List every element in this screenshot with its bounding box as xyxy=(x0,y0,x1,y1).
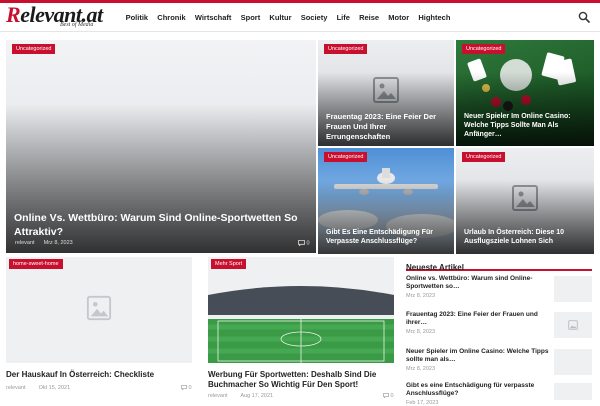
sidebar-article-thumb[interactable] xyxy=(554,349,592,375)
comment-count[interactable]: 0 xyxy=(298,240,310,246)
category-badge[interactable]: Uncategorized xyxy=(462,44,506,54)
hero-tile-flight[interactable]: Uncategorized Gibt Es Eine Entschädigung… xyxy=(318,148,454,254)
sidebar-article-date: Feb 17, 2023 xyxy=(406,400,439,406)
nav-item-wirtschaft[interactable]: Wirtschaft xyxy=(190,13,236,22)
comment-icon xyxy=(181,385,187,391)
category-badge[interactable]: home-sweet-home xyxy=(9,259,63,269)
nav-item-life[interactable]: Life xyxy=(332,13,355,22)
image-placeholder-icon xyxy=(86,295,112,321)
site-header: Relevant.at Best of Media Politik Chroni… xyxy=(0,2,600,32)
author-name[interactable]: relevant xyxy=(15,240,35,246)
sidebar-article[interactable]: Neuer Spieler im Online Casino: Welche T… xyxy=(406,348,592,378)
nav-item-kultur[interactable]: Kultur xyxy=(265,13,296,22)
comment-count[interactable]: 0 xyxy=(181,385,192,391)
tile-title[interactable]: Neuer Spieler Im Online Casino: Welche T… xyxy=(464,112,586,139)
category-badge[interactable]: Uncategorized xyxy=(324,44,368,54)
sidebar-article[interactable]: Online vs. Wettbüro: Warum sind Online-S… xyxy=(406,275,592,305)
sidebar-article[interactable]: Frauentag 2023: Eine Feier der Frauen un… xyxy=(406,311,592,341)
search-icon[interactable] xyxy=(578,11,590,23)
sidebar-article-date: Mrz 8, 2023 xyxy=(406,366,436,372)
main-nav: Politik Chronik Wirtschaft Sport Kultur … xyxy=(121,3,455,31)
sidebar-article-thumb[interactable] xyxy=(554,312,592,338)
post-date: Okt 15, 2021 xyxy=(38,385,71,391)
hero-tile-frauentag[interactable]: Uncategorized Frauentag 2023: Eine Feier… xyxy=(318,40,454,146)
site-logo[interactable]: Relevant.at Best of Media xyxy=(6,2,118,30)
sidebar-article-title[interactable]: Frauentag 2023: Eine Feier der Frauen un… xyxy=(406,311,552,328)
tile-title[interactable]: Gibt Es Eine Entschädigung Für Verpasste… xyxy=(326,228,446,246)
sidebar-article-date: Mrz 8, 2023 xyxy=(406,329,436,335)
tile-title[interactable]: Urlaub In Österreich: Diese 10 Ausflugsz… xyxy=(464,228,586,246)
sidebar-heading-text: Neueste Artikel xyxy=(406,263,464,272)
card-title[interactable]: Werbung Für Sportwetten: Deshalb Sind Di… xyxy=(208,370,394,391)
card-title[interactable]: Der Hauskauf In Österreich: Checkliste xyxy=(6,370,192,380)
author-name[interactable]: relevant xyxy=(6,385,26,391)
card-meta: relevant Okt 15, 2021 xyxy=(6,385,70,391)
author-name[interactable]: relevant xyxy=(208,393,228,399)
post-date: Mrz 8, 2023 xyxy=(43,240,73,246)
nav-item-hightech[interactable]: Hightech xyxy=(414,13,455,22)
category-badge[interactable]: Uncategorized xyxy=(12,44,56,54)
sidebar-heading: Neueste Artikel xyxy=(406,257,592,272)
sidebar-article-title[interactable]: Gibt es eine Entschädigung für verpasste… xyxy=(406,382,552,399)
sidebar-article-thumb[interactable] xyxy=(554,383,592,400)
hero-main-meta: relevant Mrz 8, 2023 xyxy=(15,240,73,246)
nav-item-chronik[interactable]: Chronik xyxy=(153,13,191,22)
card-thumb-hauskauf[interactable]: home-sweet-home xyxy=(6,257,192,363)
tile-title[interactable]: Frauentag 2023: Eine Feier Der Frauen Un… xyxy=(326,112,446,141)
sidebar-article-date: Mrz 8, 2023 xyxy=(406,293,436,299)
category-badge[interactable]: Uncategorized xyxy=(324,152,368,162)
card-meta: relevant Aug 17, 2021 xyxy=(208,393,273,399)
category-badge[interactable]: Uncategorized xyxy=(462,152,506,162)
nav-item-society[interactable]: Society xyxy=(296,13,332,22)
card-thumb-sportwetten[interactable]: Mehr Sport xyxy=(208,257,394,363)
image-placeholder-icon xyxy=(568,320,578,330)
comment-icon xyxy=(298,240,305,247)
hero-tile-casino[interactable]: Uncategorized Neuer Spieler Im Online Ca… xyxy=(456,40,594,146)
sidebar-article[interactable]: Gibt es eine Entschädigung für verpasste… xyxy=(406,382,592,406)
hero-main-tile[interactable]: Uncategorized Online Vs. Wettbüro: Warum… xyxy=(6,40,316,253)
post-date: Aug 17, 2021 xyxy=(240,393,274,399)
comment-count[interactable]: 0 xyxy=(383,393,394,399)
sidebar-article-title[interactable]: Online vs. Wettbüro: Warum sind Online-S… xyxy=(406,275,552,292)
hero-main-title[interactable]: Online Vs. Wettbüro: Warum Sind Online-S… xyxy=(14,212,308,239)
nav-item-motor[interactable]: Motor xyxy=(384,13,414,22)
sidebar-article-thumb[interactable] xyxy=(554,276,592,302)
logo-tagline: Best of Media xyxy=(60,22,94,28)
nav-item-reise[interactable]: Reise xyxy=(355,13,384,22)
nav-item-politik[interactable]: Politik xyxy=(121,13,153,22)
nav-item-sport[interactable]: Sport xyxy=(236,13,265,22)
sidebar-article-title[interactable]: Neuer Spieler im Online Casino: Welche T… xyxy=(406,348,552,365)
stadium-photo xyxy=(208,286,394,363)
category-badge[interactable]: Mehr Sport xyxy=(211,259,247,269)
hero-tile-urlaub[interactable]: Uncategorized Urlaub In Österreich: Dies… xyxy=(456,148,594,254)
comment-icon xyxy=(383,393,389,399)
